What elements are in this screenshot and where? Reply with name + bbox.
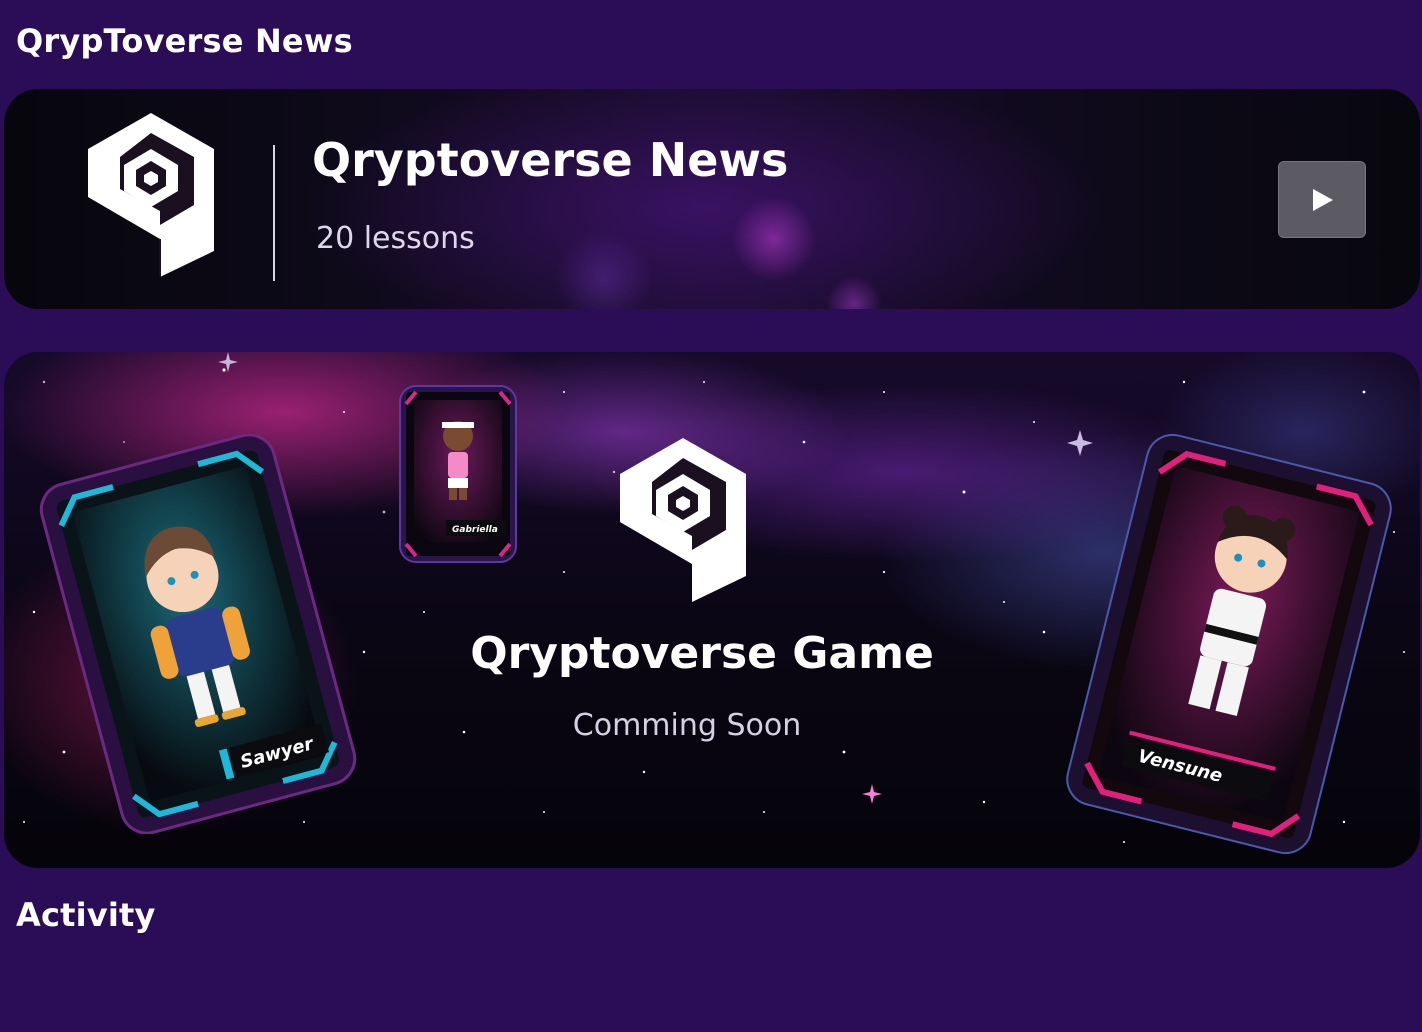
card-name-gabriella: Gabriella <box>452 525 498 535</box>
news-card-lesson-count: 20 lessons <box>316 221 475 256</box>
play-icon <box>1313 188 1333 211</box>
game-title-text: Qryptoverse Game <box>470 628 934 679</box>
qryptoverse-logo-icon <box>620 438 746 602</box>
news-card-title: Qryptoverse News <box>312 133 789 187</box>
activity-section-heading: Activity <box>16 896 156 934</box>
play-button[interactable] <box>1278 161 1366 238</box>
game-subtitle-text: Comming Soon <box>572 708 802 743</box>
news-section-heading: QrypToverse News <box>16 22 353 60</box>
qryptoverse-logo-icon <box>88 113 214 277</box>
character-card-vensune[interactable]: Vensune <box>1044 424 1414 864</box>
game-banner[interactable]: Sawyer Gabriella Qryptoverse Game Commin… <box>4 352 1420 868</box>
news-course-card[interactable]: Qryptoverse News 20 lessons <box>4 89 1420 309</box>
news-card-divider <box>273 145 275 281</box>
character-card-gabriella[interactable]: Gabriella <box>396 384 520 564</box>
